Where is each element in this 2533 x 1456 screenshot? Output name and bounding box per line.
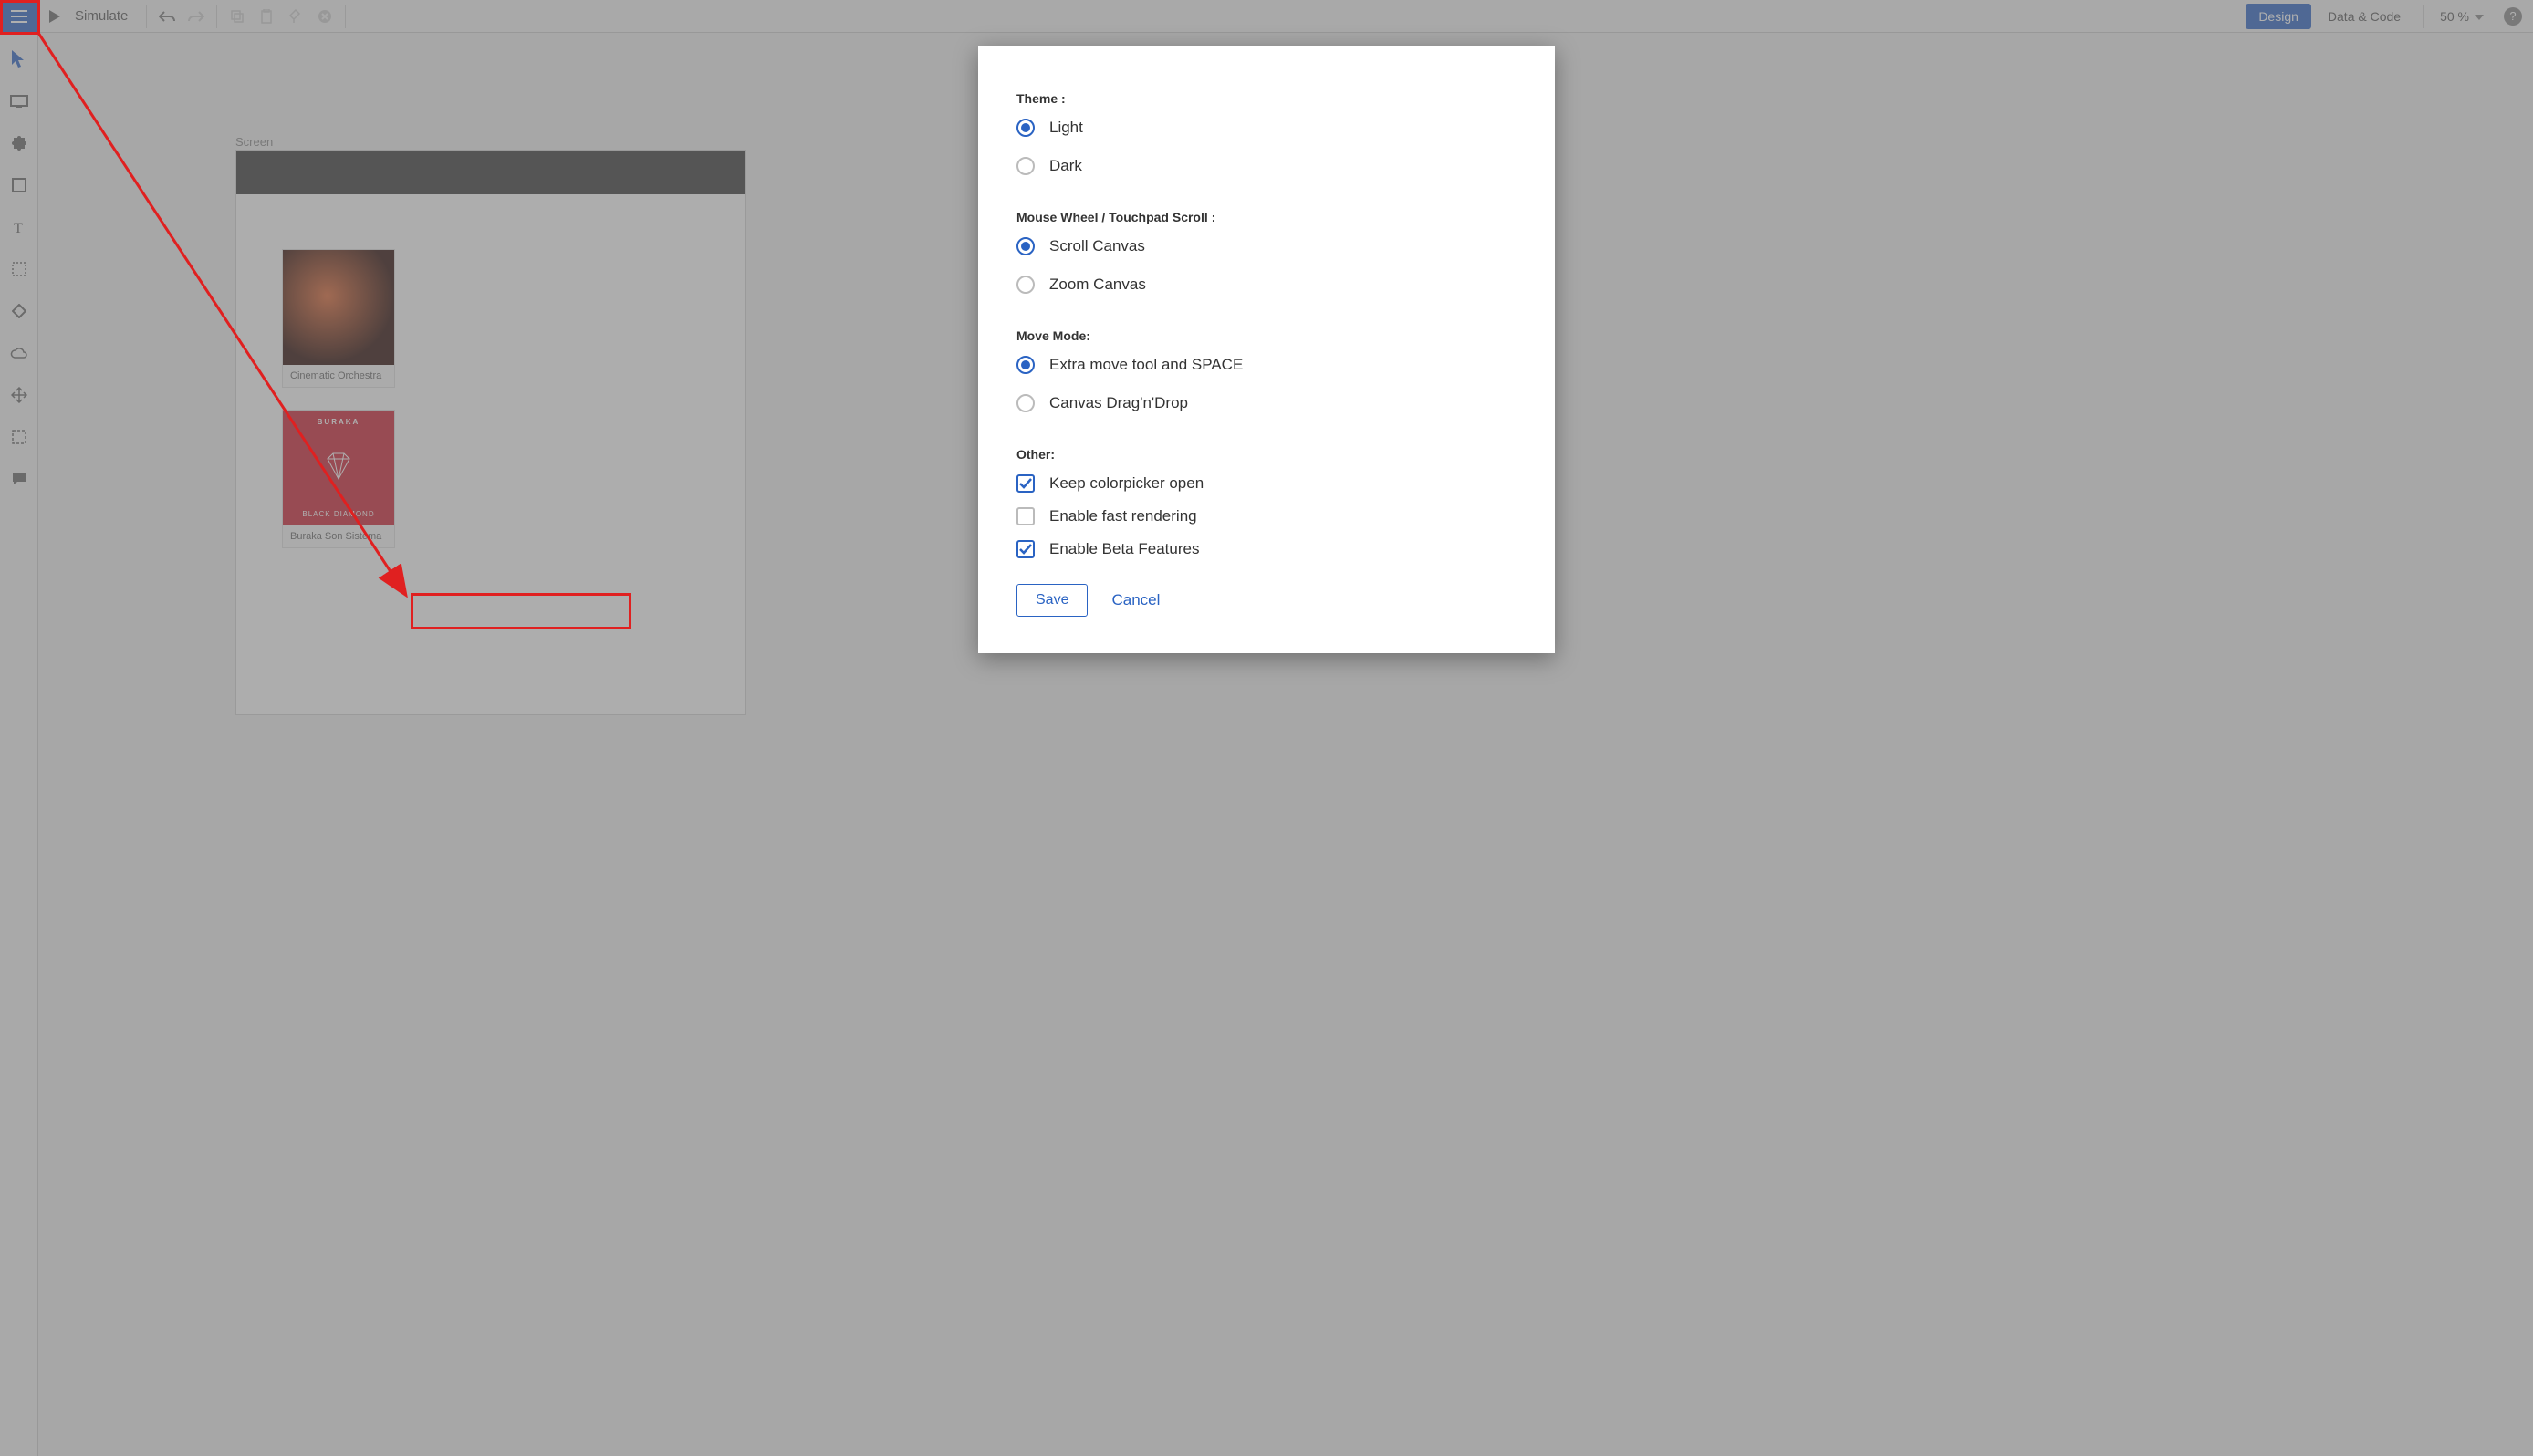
- radio-theme-light[interactable]: Light: [1016, 119, 1517, 137]
- checkbox-icon: [1016, 540, 1035, 558]
- radio-icon: [1016, 237, 1035, 255]
- radio-label: Dark: [1049, 157, 1082, 175]
- checkbox-beta-features[interactable]: Enable Beta Features: [1016, 540, 1517, 558]
- checkbox-fast-rendering[interactable]: Enable fast rendering: [1016, 507, 1517, 525]
- radio-label: Canvas Drag'n'Drop: [1049, 394, 1188, 412]
- radio-theme-dark[interactable]: Dark: [1016, 157, 1517, 175]
- checkbox-label: Enable fast rendering: [1049, 507, 1197, 525]
- radio-move-extra[interactable]: Extra move tool and SPACE: [1016, 356, 1517, 374]
- radio-label: Zoom Canvas: [1049, 276, 1146, 294]
- section-title-other: Other:: [1016, 447, 1517, 462]
- modal-actions: Save Cancel: [1016, 584, 1517, 617]
- checkbox-colorpicker-open[interactable]: Keep colorpicker open: [1016, 474, 1517, 493]
- section-title-move: Move Mode:: [1016, 328, 1517, 343]
- radio-icon: [1016, 157, 1035, 175]
- checkbox-label: Keep colorpicker open: [1049, 474, 1204, 493]
- radio-icon: [1016, 394, 1035, 412]
- radio-icon: [1016, 276, 1035, 294]
- radio-label: Light: [1049, 119, 1083, 137]
- radio-label: Extra move tool and SPACE: [1049, 356, 1243, 374]
- section-title-theme: Theme :: [1016, 91, 1517, 106]
- radio-move-dnd[interactable]: Canvas Drag'n'Drop: [1016, 394, 1517, 412]
- settings-modal: Theme : Light Dark Mouse Wheel / Touchpa…: [978, 46, 1555, 653]
- radio-icon: [1016, 356, 1035, 374]
- cancel-button[interactable]: Cancel: [1111, 591, 1160, 609]
- save-button[interactable]: Save: [1016, 584, 1088, 617]
- radio-zoom-canvas[interactable]: Zoom Canvas: [1016, 276, 1517, 294]
- app-root: Simulate Design Data & Code 50 %: [0, 0, 2533, 1456]
- radio-icon: [1016, 119, 1035, 137]
- section-title-scroll: Mouse Wheel / Touchpad Scroll :: [1016, 210, 1517, 224]
- checkbox-icon: [1016, 474, 1035, 493]
- radio-label: Scroll Canvas: [1049, 237, 1145, 255]
- checkbox-label: Enable Beta Features: [1049, 540, 1199, 558]
- checkbox-icon: [1016, 507, 1035, 525]
- radio-scroll-canvas[interactable]: Scroll Canvas: [1016, 237, 1517, 255]
